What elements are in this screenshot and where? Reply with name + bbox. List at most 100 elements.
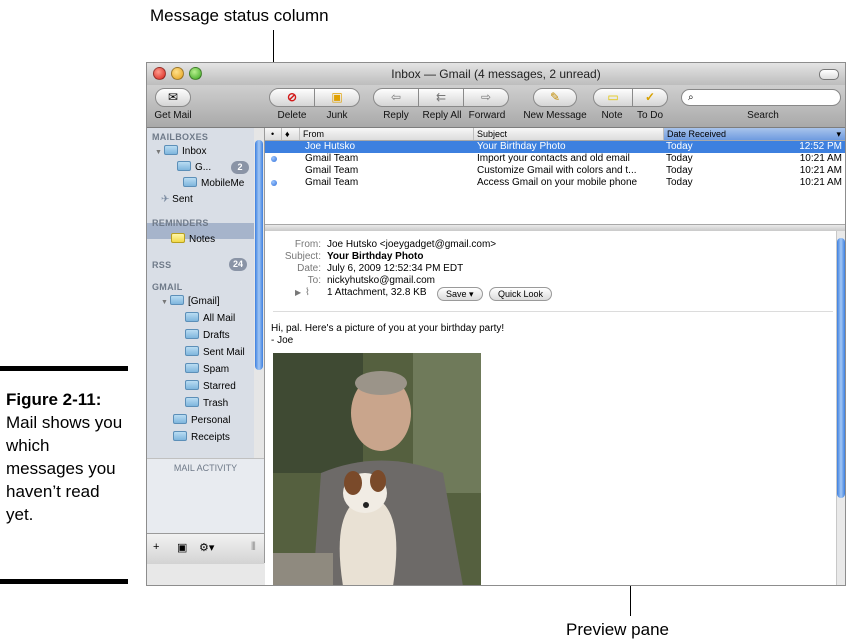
quick-look-button[interactable]: Quick Look: [489, 287, 553, 301]
disclosure-triangle-icon[interactable]: ▼: [155, 145, 164, 161]
to-value[interactable]: nickyhutsko@gmail.com: [327, 275, 435, 286]
message-date: Today: [666, 141, 693, 152]
callout-message-status: Message status column: [150, 6, 329, 25]
section-gmail: GMAIL: [152, 282, 183, 292]
rss-count-badge: 24: [229, 258, 247, 271]
attached-photo[interactable]: [273, 353, 481, 585]
callout-preview-pane: Preview pane: [566, 620, 670, 639]
folder-icon: [173, 414, 187, 424]
window-title: Inbox — Gmail (4 messages, 2 unread): [391, 67, 601, 81]
sidebar-item-receipts[interactable]: Receipts: [173, 430, 230, 446]
figure-caption: Figure 2-11: Mail shows you which messag…: [6, 388, 126, 526]
unread-dot-icon: [271, 180, 277, 186]
from-column-header[interactable]: From: [299, 128, 473, 140]
sidebar-item-mobileme[interactable]: MobileMe: [183, 176, 244, 192]
body-line: Hi, pal. Here's a picture of you at your…: [271, 323, 505, 334]
mail-window: Inbox — Gmail (4 messages, 2 unread) ✉ G…: [146, 62, 846, 586]
to-label: To:: [307, 275, 321, 286]
sidebar-item-notes[interactable]: Notes: [171, 232, 215, 248]
unread-dot-icon: [271, 156, 277, 162]
message-row[interactable]: Joe Hutsko Your Birthday Photo Today 12:…: [265, 141, 845, 153]
message-date: Today: [666, 177, 693, 188]
message-from: Gmail Team: [305, 177, 359, 188]
resize-handle-icon[interactable]: ⦀: [251, 541, 256, 554]
message-time: 10:21 AM: [799, 165, 842, 176]
delete-icon: ⊘: [286, 90, 298, 104]
message-row[interactable]: Gmail Team Access Gmail on your mobile p…: [265, 177, 845, 189]
section-reminders: REMINDERS: [152, 218, 209, 228]
delete-button[interactable]: ⊘: [269, 88, 315, 107]
search-input[interactable]: ⌕: [681, 89, 841, 106]
message-from: Joe Hutsko: [305, 141, 356, 152]
disclosure-triangle-icon[interactable]: ▶: [295, 288, 301, 297]
close-window-button[interactable]: [153, 67, 166, 80]
reply-label: Reply: [383, 110, 409, 121]
sidebar-item-trash[interactable]: Trash: [185, 396, 228, 412]
disclosure-triangle-icon[interactable]: ▼: [161, 295, 170, 311]
message-subject: Access Gmail on your mobile phone: [477, 177, 638, 188]
reply-all-arrow-icon: ⇇: [435, 90, 447, 104]
reply-all-button[interactable]: ⇇: [418, 88, 464, 107]
sidebar-item-personal[interactable]: Personal: [173, 413, 230, 429]
junk-button[interactable]: ▣: [314, 88, 360, 107]
junk-icon: ▣: [331, 90, 343, 104]
inbox-tray-icon: [183, 177, 197, 187]
message-list: • ♦ From Subject Date Received ▾ Joe Hut…: [265, 128, 845, 224]
message-subject: Import your contacts and old email: [477, 153, 630, 164]
mailbox-sidebar: MAILBOXES ▼ Inbox G... 2 MobileMe ✈ Sent …: [147, 128, 265, 564]
reply-button[interactable]: ⇦: [373, 88, 419, 107]
unread-count-badge: 2: [231, 161, 249, 174]
message-row[interactable]: Gmail Team Import your contacts and old …: [265, 153, 845, 165]
folder-icon: [185, 312, 199, 322]
sidebar-item-all-mail[interactable]: All Mail: [185, 311, 235, 327]
message-row[interactable]: Gmail Team Customize Gmail with colors a…: [265, 165, 845, 177]
status-column-header[interactable]: •: [265, 128, 281, 140]
save-attachment-button[interactable]: Save ▾: [437, 287, 483, 301]
from-label: From:: [294, 239, 321, 250]
subject-column-header[interactable]: Subject: [473, 128, 663, 140]
show-hide-icon[interactable]: ▣: [177, 541, 187, 554]
forward-button[interactable]: ⇨: [463, 88, 509, 107]
sidebar-item-sent[interactable]: ✈ Sent: [161, 192, 193, 208]
sidebar-item-gmail-folder[interactable]: ▼ [Gmail]: [161, 294, 220, 310]
from-value[interactable]: Joe Hutsko <joeygadget@gmail.com>: [327, 239, 496, 250]
sidebar-item-gmail-inbox[interactable]: G... 2: [177, 160, 249, 176]
date-label: Date:: [297, 263, 321, 274]
flag-column-header[interactable]: ♦: [281, 128, 299, 140]
paperclip-icon: ⌇: [305, 287, 310, 298]
title-bar: Inbox — Gmail (4 messages, 2 unread): [147, 63, 845, 86]
gear-icon[interactable]: ⚙▾: [199, 541, 214, 554]
preview-scrollbar-thumb[interactable]: [837, 238, 845, 498]
add-mailbox-icon[interactable]: +: [153, 541, 159, 553]
sidebar-scrollbar-thumb[interactable]: [255, 140, 263, 370]
date-column-header[interactable]: Date Received ▾: [663, 128, 845, 140]
message-list-header: • ♦ From Subject Date Received ▾: [265, 128, 845, 141]
zoom-window-button[interactable]: [189, 67, 202, 80]
body-line: - Joe: [271, 335, 294, 346]
sidebar-item-spam[interactable]: Spam: [185, 362, 229, 378]
new-message-button[interactable]: ✎: [533, 88, 577, 107]
folder-icon: [185, 363, 199, 373]
envelope-icon: ✉: [167, 90, 179, 104]
note-icon: ▭: [607, 90, 619, 104]
chevron-down-icon: ▾: [469, 289, 474, 299]
note-button[interactable]: ▭: [593, 88, 633, 107]
get-mail-button[interactable]: ✉: [155, 88, 191, 107]
folder-icon: [185, 397, 199, 407]
folder-icon: [185, 329, 199, 339]
minimize-window-button[interactable]: [171, 67, 184, 80]
sidebar-item-sent-mail[interactable]: Sent Mail: [185, 345, 245, 361]
folder-icon: [185, 380, 199, 390]
toolbar-toggle-button[interactable]: [819, 69, 839, 80]
sidebar-item-drafts[interactable]: Drafts: [185, 328, 230, 344]
sort-descending-icon: ▾: [836, 129, 841, 139]
sidebar-item-inbox[interactable]: ▼ Inbox: [155, 144, 206, 160]
message-subject: Customize Gmail with colors and t...: [477, 165, 637, 176]
subject-value: Your Birthday Photo: [327, 251, 424, 262]
attachment-info: 1 Attachment, 32.8 KB: [327, 287, 427, 298]
message-time: 10:21 AM: [799, 177, 842, 188]
sidebar-item-starred[interactable]: Starred: [185, 379, 236, 395]
section-rss: RSS: [152, 260, 172, 270]
inbox-tray-icon: [177, 161, 191, 171]
todo-button[interactable]: ✓: [632, 88, 668, 107]
